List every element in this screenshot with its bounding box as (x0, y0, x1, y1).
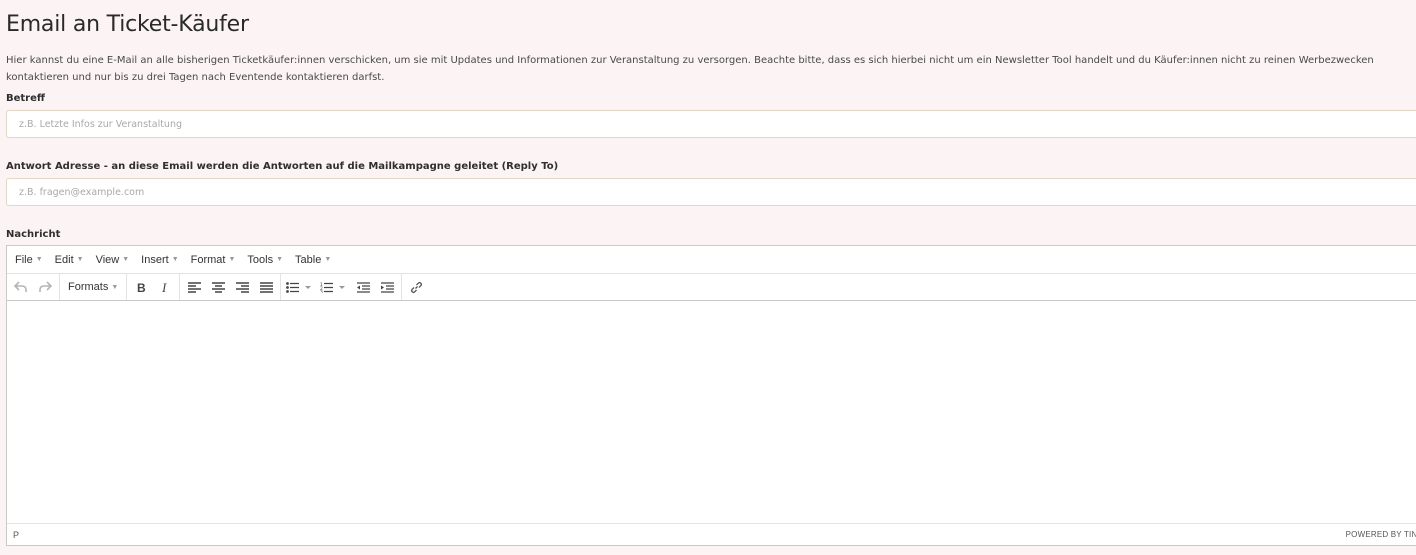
menu-edit[interactable]: Edit ▼ (49, 254, 90, 266)
formats-group: Formats ▼ (60, 274, 128, 300)
message-label: Nachricht (6, 229, 61, 240)
redo-icon (39, 281, 52, 292)
italic-icon: I (161, 281, 167, 293)
formats-label: Formats (68, 281, 109, 293)
subject-label: Betreff (6, 93, 45, 104)
menu-table[interactable]: Table ▼ (289, 254, 337, 266)
alignment-group (180, 274, 282, 300)
undo-button[interactable] (9, 276, 33, 298)
menu-edit-label: Edit (54, 253, 74, 266)
menu-tools-label: Tools (247, 253, 274, 266)
chevron-down-icon: ▼ (276, 256, 284, 263)
formats-dropdown[interactable]: Formats ▼ (62, 276, 124, 298)
indent-button[interactable] (375, 276, 399, 298)
link-icon (410, 281, 422, 293)
editor-menubar: File ▼ Edit ▼ View ▼ Insert ▼ Format ▼ Tools ▼… (7, 246, 1416, 274)
indent-icon (380, 281, 394, 293)
chevron-down-icon: ▼ (76, 256, 84, 263)
bold-button[interactable]: B (129, 276, 153, 298)
align-right-button[interactable] (230, 276, 254, 298)
outdent-icon (356, 281, 370, 293)
numbered-list-button[interactable]: 123 (317, 276, 351, 298)
menu-view[interactable]: View ▼ (90, 254, 136, 266)
align-justify-button[interactable] (254, 276, 278, 298)
chevron-down-icon: ▼ (35, 256, 43, 263)
align-left-button[interactable] (182, 276, 206, 298)
undo-icon (14, 281, 27, 292)
menu-tools[interactable]: Tools ▼ (241, 254, 289, 266)
element-path[interactable]: P (13, 530, 19, 540)
align-center-icon (211, 281, 225, 293)
chevron-down-icon: ▼ (324, 256, 332, 263)
italic-button[interactable]: I (153, 276, 177, 298)
subject-input[interactable] (6, 110, 1416, 138)
menu-format-label: Format (190, 253, 226, 266)
reply-to-input[interactable] (6, 178, 1416, 206)
menu-file[interactable]: File ▼ (9, 254, 49, 266)
menu-table-label: Table (295, 253, 322, 266)
page-title: Email an Ticket-Käufer (6, 12, 249, 37)
powered-by-link[interactable]: POWERED BY TINY (1346, 530, 1416, 539)
menu-insert-label: Insert (141, 253, 169, 266)
editor-statusbar: P POWERED BY TINY (7, 523, 1416, 545)
chevron-down-icon: ▼ (122, 256, 130, 263)
redo-button[interactable] (33, 276, 57, 298)
menu-format[interactable]: Format ▼ (185, 254, 242, 266)
bold-icon: B (137, 281, 146, 293)
bullet-list-icon (286, 281, 312, 293)
align-left-icon (187, 281, 201, 293)
text-style-group: B I (127, 274, 181, 300)
reply-to-label: Antwort Adresse - an diese Email werden … (6, 161, 559, 172)
page-description: Hier kannst du eine E-Mail an alle bishe… (6, 55, 1374, 83)
history-group (7, 274, 60, 300)
svg-text:I: I (161, 281, 167, 293)
align-right-icon (235, 281, 249, 293)
chevron-down-icon: ▼ (111, 283, 119, 291)
menu-insert[interactable]: Insert ▼ (135, 254, 184, 266)
outdent-button[interactable] (351, 276, 375, 298)
chevron-down-icon: ▼ (171, 256, 179, 263)
link-group (402, 274, 430, 300)
svg-text:3: 3 (320, 289, 323, 293)
align-justify-icon (259, 281, 273, 293)
bullet-list-button[interactable] (283, 276, 317, 298)
message-editor: File ▼ Edit ▼ View ▼ Insert ▼ Format ▼ Tools ▼… (6, 245, 1416, 546)
editor-content-area[interactable] (7, 301, 1416, 523)
menu-view-label: View (95, 253, 120, 266)
menu-file-label: File (15, 253, 33, 266)
numbered-list-icon: 123 (320, 282, 346, 293)
align-center-button[interactable] (206, 276, 230, 298)
editor-toolbar: Formats ▼ B I 1 2 3 (7, 274, 1416, 301)
list-group: 123 (281, 274, 403, 300)
chevron-down-icon: ▼ (228, 256, 236, 263)
link-button[interactable] (404, 276, 428, 298)
svg-text:B: B (137, 281, 146, 293)
